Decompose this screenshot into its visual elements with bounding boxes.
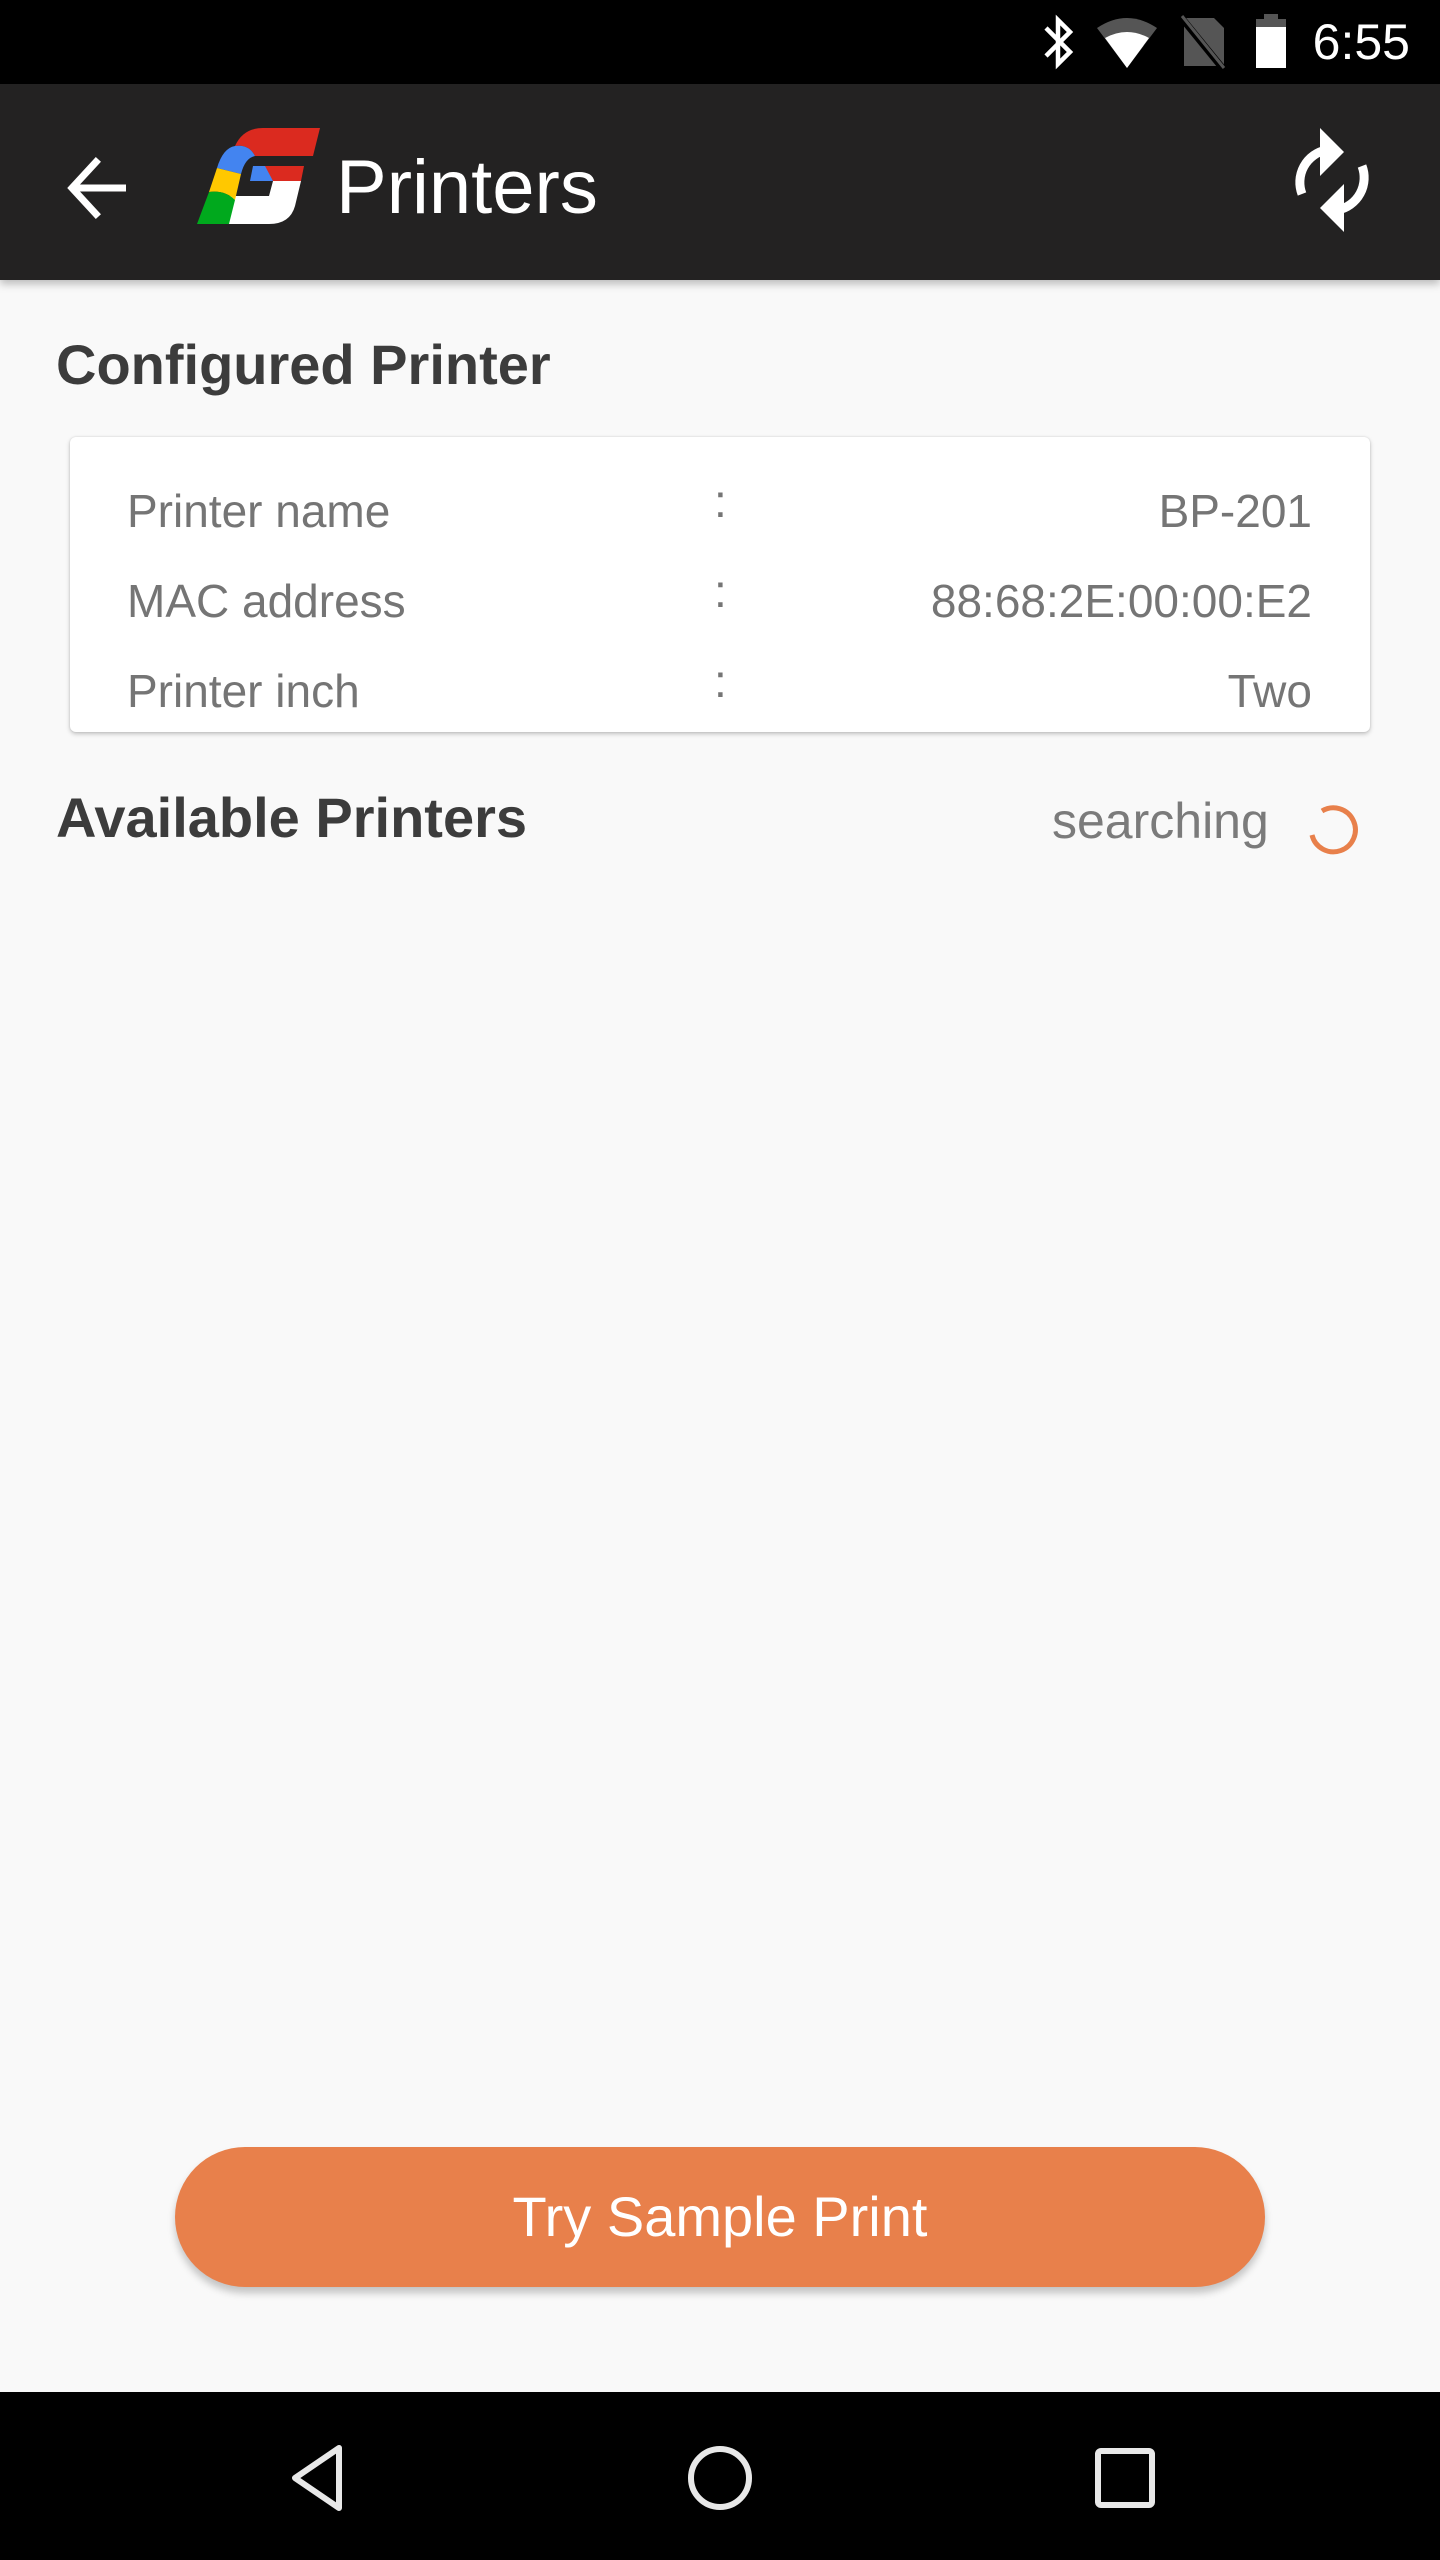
- separator: :: [714, 565, 727, 617]
- mac-address-value: 88:68:2E:00:00:E2: [930, 575, 1312, 627]
- status-bar: 6:55: [0, 0, 1440, 84]
- status-time: 6:55: [1312, 14, 1410, 70]
- separator: :: [714, 475, 727, 527]
- no-sim-icon: [1178, 14, 1227, 70]
- refresh-icon: [1295, 128, 1369, 232]
- loading-spinner-icon: [1309, 805, 1358, 855]
- available-printers-heading: Available Printers: [56, 786, 528, 849]
- nav-recents-icon: [1095, 2448, 1155, 2508]
- back-button[interactable]: [50, 140, 146, 236]
- arrow-left-icon: [67, 157, 126, 219]
- printer-name-row: Printer name : BP-201: [70, 467, 1370, 557]
- separator: :: [714, 655, 727, 707]
- available-printers-list: [0, 880, 1440, 2120]
- configured-printer-heading: Configured Printer: [56, 333, 551, 396]
- toolbar: Printers: [0, 84, 1440, 280]
- configured-printer-card: Printer name : BP-201 MAC address : 88:6…: [70, 437, 1370, 732]
- refresh-button[interactable]: [1282, 128, 1382, 232]
- mac-address-label: MAC address: [127, 575, 406, 627]
- printer-inch-label: Printer inch: [127, 665, 360, 717]
- battery-icon: [1256, 14, 1286, 68]
- printer-name-label: Printer name: [127, 485, 391, 537]
- printer-inch-row: Printer inch : Two: [70, 647, 1370, 737]
- searching-status: searching: [1052, 793, 1269, 849]
- nav-back-icon: [292, 2445, 342, 2511]
- nav-home-icon: [688, 2446, 752, 2510]
- nav-home-button[interactable]: [665, 2432, 775, 2522]
- page-title: Printers: [336, 145, 598, 230]
- bluetooth-icon: [1044, 14, 1074, 70]
- printer-inch-value: Two: [1227, 665, 1312, 717]
- printer-name-value: BP-201: [1158, 485, 1312, 537]
- try-sample-print-button[interactable]: Try Sample Print: [175, 2147, 1265, 2287]
- app-logo-icon: [197, 128, 320, 224]
- nav-recents-button[interactable]: [1070, 2432, 1180, 2522]
- navigation-bar: [0, 2392, 1440, 2560]
- nav-back-button[interactable]: [263, 2432, 373, 2522]
- mac-address-row: MAC address : 88:68:2E:00:00:E2: [70, 557, 1370, 647]
- wifi-icon: [1097, 18, 1157, 68]
